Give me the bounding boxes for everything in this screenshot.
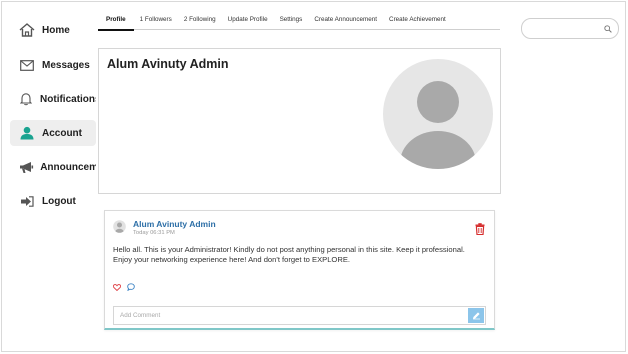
edit-icon: [472, 312, 480, 320]
sidebar-item-home[interactable]: Home: [10, 16, 96, 44]
search-input[interactable]: [530, 22, 604, 36]
sidebar-item-label: Home: [42, 24, 70, 36]
tab-create-announcement[interactable]: Create Announcement: [308, 12, 383, 29]
sidebar-item-logout[interactable]: Logout: [10, 188, 96, 214]
post-actions: [112, 278, 135, 296]
comment-submit-button[interactable]: [468, 308, 484, 323]
sidebar-item-label: Account: [42, 127, 82, 139]
sidebar-item-label: Messages: [42, 59, 90, 71]
search-icon[interactable]: [604, 20, 612, 38]
megaphone-icon: [14, 157, 38, 177]
logout-icon: [14, 191, 40, 211]
sidebar-item-label: Notifications: [40, 93, 96, 105]
tab-settings[interactable]: Settings: [274, 12, 309, 29]
search-box: [521, 18, 619, 39]
heart-icon[interactable]: [112, 278, 122, 296]
sidebar: Home Messages Notifications Account Anno…: [10, 12, 96, 222]
comment-input[interactable]: [114, 307, 469, 324]
profile-tabs: Profile 1 Followers 2 Following Update P…: [98, 12, 500, 31]
profile-name: Alum Avinuty Admin: [107, 57, 229, 71]
profile-card: Alum Avinuty Admin: [98, 48, 501, 194]
tab-following[interactable]: 2 Following: [178, 12, 222, 29]
tab-profile[interactable]: Profile: [98, 12, 134, 31]
envelope-icon: [14, 55, 40, 75]
sidebar-item-label: Announcements: [40, 161, 96, 173]
comment-icon[interactable]: [127, 278, 135, 296]
post-body: Hello all. This is your Administrator! K…: [113, 245, 465, 264]
post-card: Alum Avinuty Admin Today 06:31 PM Hello …: [104, 210, 495, 330]
user-icon: [14, 123, 40, 143]
avatar-placeholder-icon: [383, 59, 493, 169]
post-timestamp: Today 06:31 PM: [133, 230, 175, 236]
bell-icon: [14, 89, 38, 109]
sidebar-item-account[interactable]: Account: [10, 120, 96, 146]
home-icon: [14, 20, 40, 40]
app-frame: Home Messages Notifications Account Anno…: [1, 1, 626, 352]
sidebar-item-announcements[interactable]: Announcements: [10, 154, 96, 180]
sidebar-item-notifications[interactable]: Notifications: [10, 86, 96, 112]
avatar[interactable]: [113, 220, 126, 233]
sidebar-item-label: Logout: [42, 195, 76, 207]
sidebar-item-messages[interactable]: Messages: [10, 52, 96, 78]
tab-followers[interactable]: 1 Followers: [134, 12, 178, 29]
trash-icon[interactable]: [475, 222, 485, 236]
tab-update-profile[interactable]: Update Profile: [222, 12, 274, 29]
tab-create-achievement[interactable]: Create Achievement: [383, 12, 452, 29]
comment-row: [113, 306, 486, 325]
post-author-link[interactable]: Alum Avinuty Admin: [133, 219, 216, 229]
avatar[interactable]: [382, 58, 494, 170]
